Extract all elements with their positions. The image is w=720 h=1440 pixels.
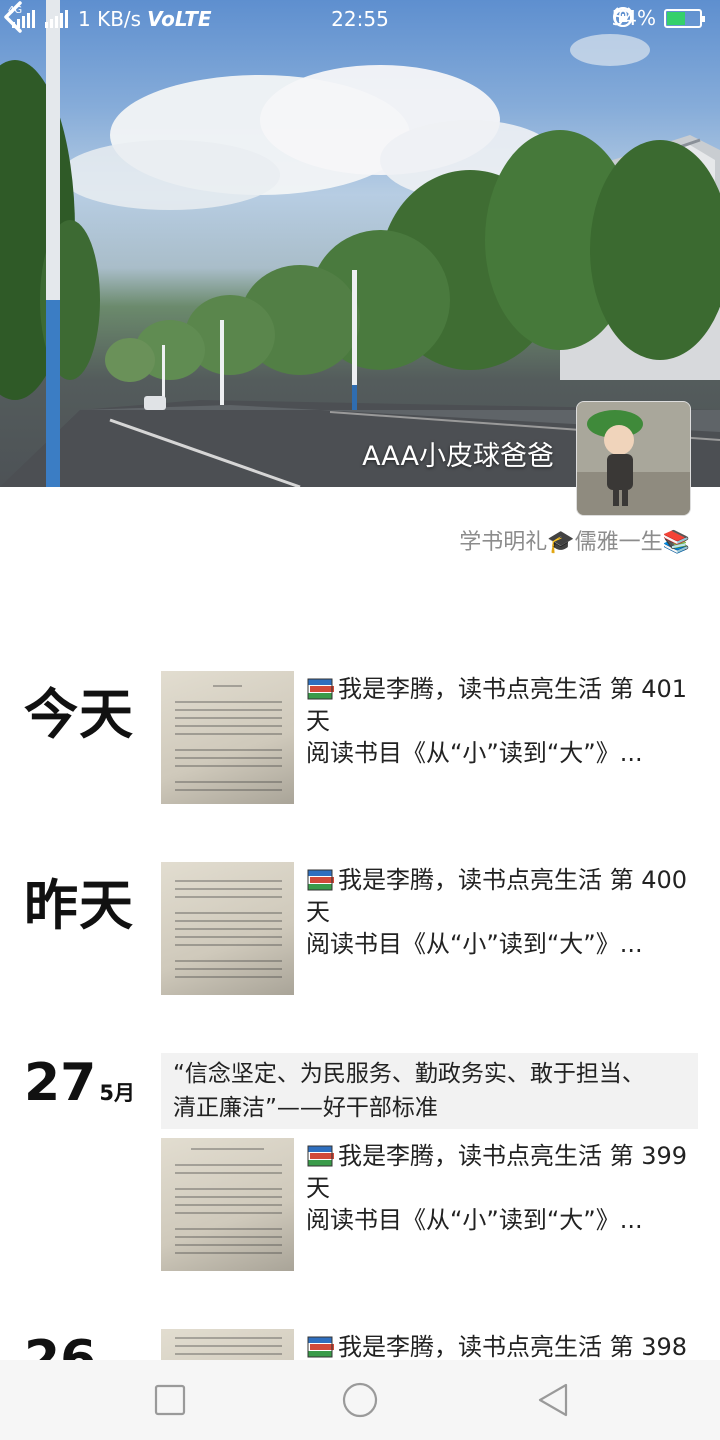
back-triangle-icon[interactable]: [536, 1382, 572, 1418]
battery-icon: [664, 8, 705, 28]
books-icon: [307, 869, 334, 891]
date-month: 5月: [99, 1081, 135, 1105]
books-icon: [307, 1145, 334, 1167]
avatar-image: [577, 402, 690, 515]
post-text[interactable]: 我是李腾，读书点亮生活 第 401 天 阅读书目《从“小”读到“大”》...: [306, 673, 696, 769]
post-text[interactable]: 我是李腾，读书点亮生活 第 400 天 阅读书目《从“小”读到“大”》...: [306, 864, 696, 960]
post-book: 阅读书目《从“小”读到“大”》...: [306, 1206, 643, 1234]
home-circle-icon[interactable]: [342, 1382, 378, 1418]
back-arrow-icon[interactable]: [0, 0, 30, 34]
post-thumbnail[interactable]: [161, 862, 294, 995]
post-title: 我是李腾，读书点亮生活 第 398: [338, 1333, 688, 1361]
status-bar: 4G 1 KB/s VoLTE 22:55 54%: [0, 0, 720, 40]
post-book: 阅读书目《从“小”读到“大”》...: [306, 739, 643, 767]
books-icon: [307, 1336, 334, 1358]
alarm-icon: [613, 7, 632, 27]
profile-signature: 学书明礼🎓儒雅一生📚: [459, 530, 690, 555]
battery-level: [667, 11, 686, 25]
post-thumbnail[interactable]: [161, 1138, 294, 1271]
post-title-cont: 天: [306, 707, 330, 735]
day-label: 今天: [24, 683, 134, 746]
text-post-line: “信念坚定、为民服务、勤政务实、敢于担当、: [173, 1061, 645, 1087]
post-title: 我是李腾，读书点亮生活 第 399: [338, 1142, 688, 1170]
post-title-cont: 天: [306, 1174, 330, 1202]
post-title-cont: 天: [306, 898, 330, 926]
post-thumbnail[interactable]: [161, 671, 294, 804]
profile-name[interactable]: AAA小皮球爸爸: [362, 434, 554, 473]
books-icon: [307, 678, 334, 700]
text-post-line: 清正廉洁”——好干部标准: [173, 1095, 438, 1121]
system-nav-bar: [0, 1360, 720, 1440]
avatar[interactable]: [576, 401, 691, 516]
post-text[interactable]: 我是李腾，读书点亮生活 第 398: [306, 1331, 696, 1363]
text-post[interactable]: “信念坚定、为民服务、勤政务实、敢于担当、 清正廉洁”——好干部标准: [161, 1053, 698, 1129]
post-title: 我是李腾，读书点亮生活 第 400: [338, 866, 688, 894]
post-title: 我是李腾，读书点亮生活 第 401: [338, 675, 688, 703]
post-book: 阅读书目《从“小”读到“大”》...: [306, 930, 643, 958]
date-label: 27 5月: [24, 1053, 135, 1113]
day-label: 昨天: [24, 874, 134, 937]
recents-square-icon[interactable]: [152, 1382, 188, 1418]
post-text[interactable]: 我是李腾，读书点亮生活 第 399 天 阅读书目《从“小”读到“大”》...: [306, 1140, 696, 1236]
date-day: 27: [24, 1053, 97, 1113]
